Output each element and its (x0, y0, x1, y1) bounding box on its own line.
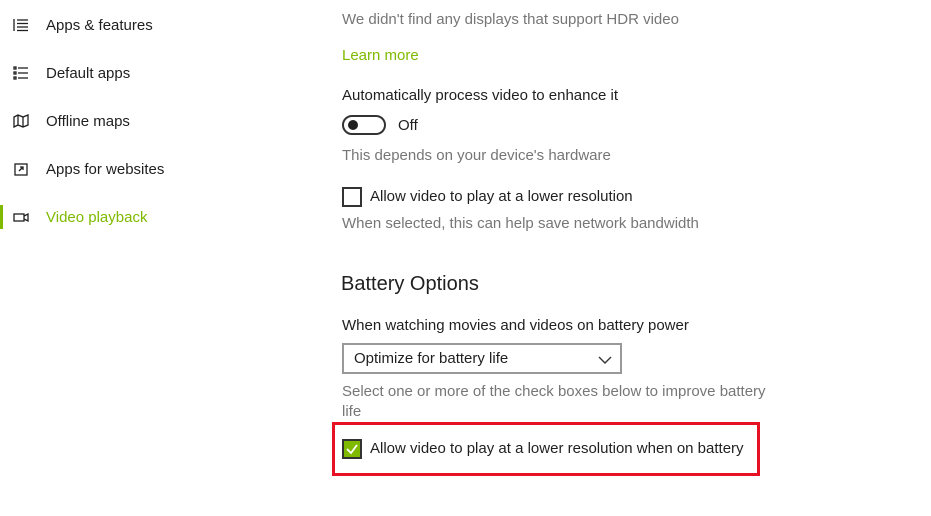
sidebar-item-video-playback[interactable]: Video playback (0, 200, 300, 234)
lower-resolution-checkbox[interactable] (342, 187, 362, 207)
video-playback-icon (12, 209, 30, 225)
auto-process-toggle[interactable] (342, 115, 386, 135)
highlight-box (332, 422, 760, 476)
battery-mode-dropdown[interactable]: Optimize for battery life (342, 343, 622, 374)
battery-options-title: Battery Options (341, 273, 479, 295)
sidebar-item-apps-features[interactable]: Apps & features (0, 8, 300, 42)
toggle-knob (348, 120, 358, 130)
sidebar-item-label: Offline maps (46, 112, 130, 130)
battery-help-line-1: Select one or more of the check boxes be… (342, 383, 766, 400)
apps-for-websites-icon (12, 161, 30, 177)
sidebar-item-apps-for-websites[interactable]: Apps for websites (0, 152, 300, 186)
lower-resolution-label[interactable]: Allow video to play at a lower resolutio… (370, 188, 633, 205)
dropdown-selected-value: Optimize for battery life (354, 350, 509, 367)
toggle-state-label: Off (398, 117, 418, 134)
sidebar-item-default-apps[interactable]: Default apps (0, 56, 300, 90)
learn-more-link[interactable]: Learn more (342, 47, 419, 64)
chevron-down-icon (598, 352, 612, 370)
sidebar-item-label: Apps for websites (46, 160, 165, 178)
active-indicator (0, 205, 3, 229)
apps-features-icon (12, 17, 30, 33)
sidebar-item-label: Default apps (46, 64, 131, 82)
battery-dropdown-label: When watching movies and videos on batte… (342, 317, 689, 334)
sidebar-item-label: Video playback (46, 208, 148, 226)
hardware-note: This depends on your device's hardware (342, 147, 611, 164)
offline-maps-icon (12, 113, 30, 129)
hdr-message: We didn't find any displays that support… (342, 11, 679, 28)
default-apps-icon (12, 65, 30, 81)
bandwidth-note: When selected, this can help save networ… (342, 215, 699, 232)
sidebar-item-offline-maps[interactable]: Offline maps (0, 104, 300, 138)
settings-sidebar: Apps & features Default apps Offline map… (0, 0, 300, 516)
auto-process-heading: Automatically process video to enhance i… (342, 87, 618, 104)
sidebar-item-label: Apps & features (46, 16, 153, 34)
battery-help-line-2: life (342, 403, 362, 420)
